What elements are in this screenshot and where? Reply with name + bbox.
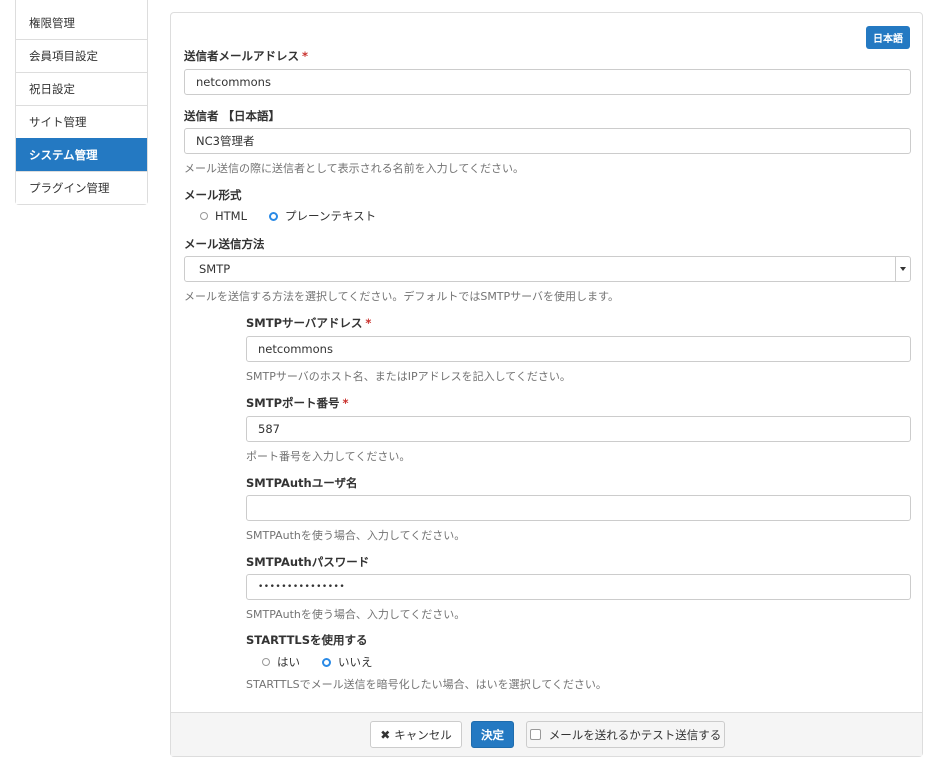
send-method-help: メールを送信する方法を選択してください。デフォルトではSMTPサーバを使用します…: [184, 290, 619, 303]
send-method-value: SMTP: [199, 262, 231, 276]
cancel-label: キャンセル: [394, 727, 452, 742]
smtp-password-help: SMTPAuthを使う場合、入力してください。: [246, 608, 466, 621]
panel-footer: ✖ キャンセル 決定 メールを送れるかテスト送信する: [171, 712, 922, 756]
smtp-password-label: SMTPAuthパスワード: [246, 555, 370, 569]
mail-format-option-html[interactable]: HTML: [200, 209, 247, 223]
sidebar-item-holidays[interactable]: 祝日設定: [16, 72, 147, 105]
smtp-user-help: SMTPAuthを使う場合、入力してください。: [246, 529, 466, 542]
language-badge[interactable]: 日本語: [866, 26, 910, 49]
smtp-port-input[interactable]: 587: [246, 416, 911, 442]
smtp-password-input[interactable]: •••••••••••••••: [246, 574, 911, 600]
test-send-label: メールを送れるかテスト送信する: [548, 727, 722, 742]
radio-html[interactable]: [200, 212, 208, 220]
send-method-label: メール送信方法: [184, 237, 265, 251]
sender-email-label: 送信者メールアドレス *: [184, 49, 309, 63]
sidebar-item-system-manager[interactable]: システム管理: [16, 138, 147, 171]
smtp-user-input[interactable]: [246, 495, 911, 521]
starttls-option-yes[interactable]: はい: [262, 654, 300, 670]
test-send-checkbox[interactable]: [529, 729, 541, 740]
submit-button[interactable]: 決定: [471, 721, 514, 748]
mail-format-radio-group: HTML プレーンテキスト: [200, 208, 398, 224]
radio-plain-text-label: プレーンテキスト: [285, 209, 377, 223]
smtp-host-input[interactable]: netcommons: [246, 336, 911, 362]
radio-plain-text[interactable]: [269, 211, 279, 221]
radio-no[interactable]: [322, 657, 331, 667]
cancel-button[interactable]: ✖ キャンセル: [370, 721, 462, 748]
sender-name-input[interactable]: NC3管理者: [184, 128, 911, 154]
panel-body: 日本語 送信者メールアドレス * netcommons 送信者 【日本語】 NC3…: [171, 13, 922, 713]
settings-panel: 日本語 送信者メールアドレス * netcommons 送信者 【日本語】 NC3…: [170, 12, 923, 757]
sidebar-item-user-attributes[interactable]: 会員項目設定: [16, 39, 147, 72]
sidebar-item-plugin-manager[interactable]: プラグイン管理: [16, 171, 147, 204]
close-icon: ✖: [380, 727, 391, 742]
sender-name-label: 送信者 【日本語】: [184, 109, 281, 123]
starttls-radio-group: はい いいえ: [262, 654, 395, 670]
starttls-option-no[interactable]: いいえ: [322, 654, 373, 670]
starttls-help: STARTTLSでメール送信を暗号化したい場合、はいを選択してください。: [246, 678, 607, 691]
mail-format-option-plain[interactable]: プレーンテキスト: [269, 208, 376, 224]
radio-no-label: いいえ: [338, 655, 373, 669]
sidebar-item-site-manager[interactable]: サイト管理: [16, 105, 147, 138]
smtp-user-label: SMTPAuthユーザ名: [246, 476, 358, 490]
starttls-label: STARTTLSを使用する: [246, 633, 368, 647]
chevron-down-icon[interactable]: [895, 257, 910, 281]
sidebar-item-roles[interactable]: 権限管理: [16, 0, 147, 39]
sender-email-input[interactable]: netcommons: [184, 69, 911, 95]
radio-yes[interactable]: [262, 658, 270, 666]
required-mark: *: [365, 316, 372, 330]
smtp-port-label: SMTPポート番号 *: [246, 396, 349, 410]
send-method-select[interactable]: SMTP: [184, 256, 911, 282]
required-mark: *: [302, 49, 309, 63]
radio-yes-label: はい: [277, 655, 300, 669]
radio-html-label: HTML: [215, 209, 248, 223]
smtp-port-help: ポート番号を入力してください。: [246, 450, 411, 463]
required-mark: *: [342, 396, 349, 410]
mail-format-label: メール形式: [184, 188, 242, 202]
smtp-host-help: SMTPサーバのホスト名、またはIPアドレスを記入してください。: [246, 370, 571, 383]
sidebar-nav: 権限管理 会員項目設定 祝日設定 サイト管理 システム管理 プラグイン管理: [15, 0, 148, 205]
sender-name-help: メール送信の際に送信者として表示される名前を入力してください。: [184, 162, 525, 175]
smtp-host-label: SMTPサーバアドレス *: [246, 316, 372, 330]
test-send-toggle[interactable]: メールを送れるかテスト送信する: [526, 721, 725, 748]
